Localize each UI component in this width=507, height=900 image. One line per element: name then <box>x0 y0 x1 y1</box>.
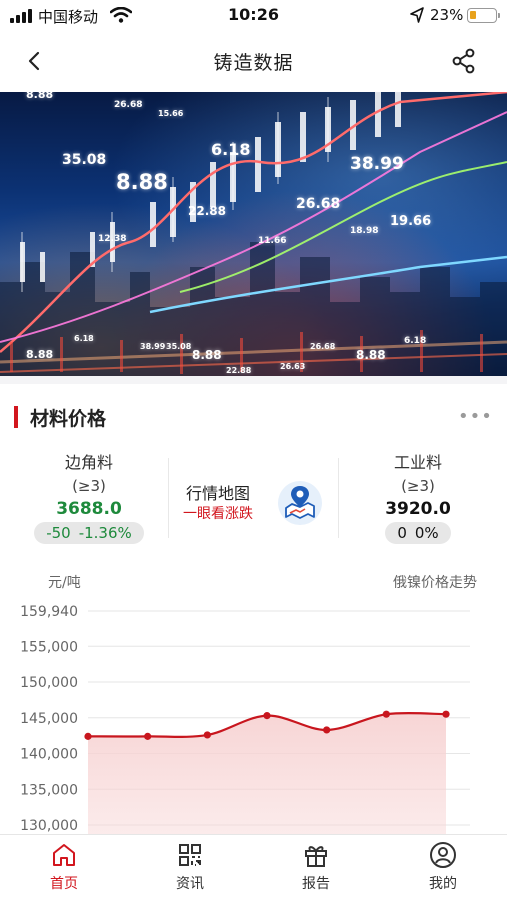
banner-number: 6.18 <box>74 334 94 343</box>
change-percent: -1.36% <box>78 524 132 542</box>
location-arrow-icon <box>410 7 424 23</box>
material-name: 工业料 <box>393 453 442 472</box>
banner-number: 11.66 <box>258 236 287 246</box>
battery-percent: 23% <box>430 6 464 24</box>
section-divider <box>0 376 507 384</box>
chart-unit-label: 元/吨 <box>48 575 81 591</box>
gift-icon <box>305 846 327 867</box>
page-title: 铸造数据 <box>213 52 294 74</box>
bottom-tab-bar: 首页 资讯 报告 我的 <box>0 834 507 900</box>
material-grade: (≥3) <box>72 477 106 495</box>
tab-report[interactable]: 报告 <box>266 841 366 897</box>
y-tick-label: 130,000 <box>20 818 78 834</box>
tab-home[interactable]: 首页 <box>14 841 114 897</box>
share-icon[interactable] <box>449 46 479 76</box>
data-point[interactable] <box>84 732 92 740</box>
price-card-scrap[interactable]: 边角料 (≥3) 3688.0 -50 -1.36% <box>14 452 164 544</box>
banner-number: 8.88 <box>192 348 222 362</box>
tab-label: 资讯 <box>176 876 204 892</box>
column-divider <box>338 458 339 538</box>
change-value: -50 <box>46 524 71 542</box>
banner-number: 6.18 <box>211 140 251 159</box>
tab-news[interactable]: 资讯 <box>140 841 240 897</box>
market-map-subtitle: 一眼看涨跌 <box>183 506 253 522</box>
market-map-link[interactable]: 行情地图 一眼看涨跌 <box>180 478 330 528</box>
banner-number: 26.63 <box>280 362 306 371</box>
y-tick-label: 145,000 <box>20 711 78 727</box>
data-point[interactable] <box>263 712 271 720</box>
y-tick-label: 150,000 <box>20 675 78 691</box>
banner-number: 26.68 <box>296 196 341 212</box>
banner-number: 19.66 <box>390 214 432 229</box>
nickel-price-chart[interactable]: 159,940 155,000 150,000 145,000 140,000 135,0… <box>0 594 507 834</box>
tab-mine[interactable]: 我的 <box>393 841 493 897</box>
price-change-badge: 0 0% <box>385 522 451 544</box>
tab-label: 报告 <box>302 876 330 892</box>
banner-number: 26.68 <box>114 100 143 110</box>
section-title: 材料价格 <box>30 408 107 430</box>
material-name: 边角料 <box>64 453 113 472</box>
change-value: 0 <box>397 524 407 542</box>
banner-number: 8.88 <box>356 348 386 362</box>
y-tick-label: 155,000 <box>20 639 78 655</box>
banner-number: 8.88 <box>26 348 54 361</box>
banner-number: 35.08 <box>166 342 192 351</box>
more-options-icon[interactable]: ••• <box>458 406 493 427</box>
chart-svg: 159,940 155,000 150,000 145,000 140,000 135,0… <box>20 604 470 834</box>
chart-header: 元/吨 俄镍价格走势 <box>0 572 507 594</box>
material-price: 3920.0 <box>385 499 451 519</box>
banner-number: 38.99 <box>140 342 166 351</box>
market-map-title: 行情地图 <box>186 484 251 503</box>
price-card-industrial[interactable]: 工业料 (≥3) 3920.0 0 0% <box>343 452 493 544</box>
y-tick-label: 140,000 <box>20 747 78 763</box>
hero-banner[interactable]: 8.88 26.68 15.66 35.08 8.88 6.18 22.88 2… <box>0 92 507 376</box>
banner-number: 8.88 <box>26 92 54 101</box>
chart-title: 俄镍价格走势 <box>393 575 477 591</box>
user-icon <box>430 842 456 868</box>
data-point[interactable] <box>323 726 331 734</box>
y-tick-label: 135,000 <box>20 782 78 798</box>
home-icon <box>53 844 75 866</box>
series-area <box>88 713 446 834</box>
material-grade: (≥3) <box>401 477 435 495</box>
map-pin-icon <box>278 481 322 525</box>
material-price-header: 材料价格 ••• <box>0 396 507 438</box>
tab-label: 首页 <box>50 876 78 892</box>
qrcode-icon <box>179 844 201 866</box>
y-tick-label: 159,940 <box>20 604 78 620</box>
tab-label: 我的 <box>429 876 457 892</box>
data-point[interactable] <box>203 731 211 739</box>
nav-bar: 铸造数据 <box>0 32 507 90</box>
battery-icon <box>467 8 500 23</box>
change-percent: 0% <box>414 524 439 542</box>
banner-number: 22.88 <box>226 366 252 375</box>
data-point[interactable] <box>442 710 450 718</box>
banner-number: 15.66 <box>158 109 184 118</box>
status-bar: 中国移动 10:26 23% <box>0 0 507 32</box>
banner-number: 8.88 <box>116 170 168 194</box>
data-point[interactable] <box>382 710 390 718</box>
column-divider <box>168 458 169 538</box>
banner-number: 38.99 <box>350 154 404 174</box>
price-change-badge: -50 -1.36% <box>34 522 144 544</box>
material-price-row: 边角料 (≥3) 3688.0 -50 -1.36% 行情地图 一眼看涨跌 工业料… <box>0 452 507 552</box>
banner-number: 35.08 <box>62 152 107 168</box>
section-accent-bar <box>14 406 18 428</box>
banner-number: 26.68 <box>310 342 336 351</box>
banner-number: 18.98 <box>350 226 379 236</box>
material-price: 3688.0 <box>56 499 122 519</box>
data-point[interactable] <box>144 732 152 740</box>
banner-number: 6.18 <box>404 336 427 346</box>
banner-number: 22.88 <box>188 204 226 218</box>
banner-number: 12.38 <box>98 234 127 244</box>
